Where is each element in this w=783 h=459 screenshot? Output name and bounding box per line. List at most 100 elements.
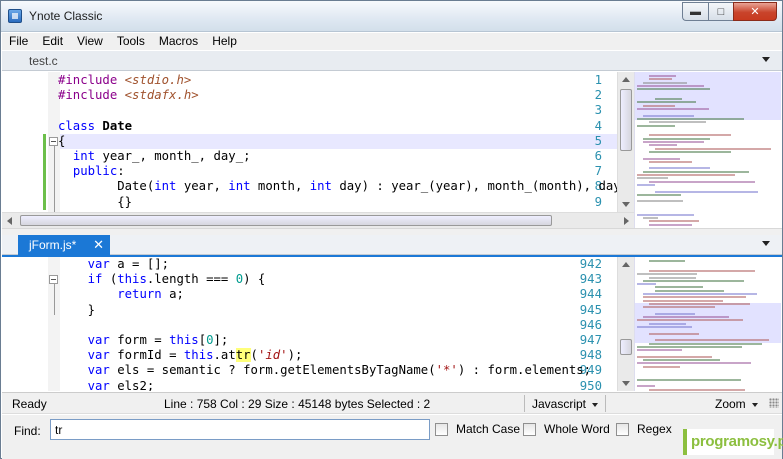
- line-number: 2: [594, 88, 602, 103]
- top-minimap[interactable]: [634, 72, 781, 228]
- minimap-line: [637, 345, 742, 348]
- maximize-button[interactable]: □: [708, 2, 733, 21]
- minimap-line: [637, 84, 704, 87]
- code-line[interactable]: #include <stdafx.h>: [58, 88, 199, 102]
- code-line[interactable]: return a;: [58, 287, 184, 301]
- minimap-line: [649, 134, 731, 137]
- bottom-vertical-scrollbar[interactable]: [617, 257, 634, 391]
- code-line[interactable]: if (this.length === 0) {: [58, 272, 266, 287]
- close-button[interactable]: ✕: [733, 2, 777, 21]
- language-dropdown[interactable]: Javascript: [532, 397, 599, 411]
- checkbox-box[interactable]: [616, 422, 629, 436]
- fold-guide: [54, 284, 55, 315]
- scroll-up-icon[interactable]: [622, 262, 630, 267]
- status-ready: Ready: [12, 397, 47, 411]
- minimap-line: [655, 190, 758, 193]
- menu-help[interactable]: Help: [205, 33, 244, 50]
- current-line-highlight: [60, 133, 617, 149]
- checkbox-box[interactable]: [435, 422, 448, 436]
- code-line[interactable]: Date(int year, int month, int day) : yea…: [58, 179, 617, 193]
- minimap-line: [637, 349, 682, 352]
- checkbox-box[interactable]: [523, 422, 536, 436]
- minimap-line: [643, 170, 749, 173]
- minimap-line: [655, 312, 695, 315]
- minimap-line: [637, 362, 751, 365]
- minimap-line: [637, 385, 655, 388]
- scroll-thumb[interactable]: [620, 89, 632, 151]
- scroll-down-icon[interactable]: [622, 202, 630, 207]
- top-vertical-scrollbar[interactable]: [617, 72, 634, 212]
- scroll-down-icon[interactable]: [622, 381, 630, 386]
- scroll-right-icon[interactable]: [624, 217, 629, 225]
- minimap-line: [637, 283, 656, 286]
- tab-list-dropdown-icon[interactable]: [762, 241, 770, 246]
- menu-file[interactable]: File: [2, 33, 35, 50]
- menu-macros[interactable]: Macros: [152, 33, 205, 50]
- code-token: year_, month_, day_;: [102, 149, 251, 163]
- title-bar[interactable]: Ynote Classic ▬ □ ✕: [1, 1, 782, 32]
- code-token: var: [87, 348, 118, 363]
- code-token: .at: [213, 348, 236, 363]
- minimap-line: [643, 296, 746, 299]
- minimize-button[interactable]: ▬: [682, 2, 708, 21]
- minimap-line: [649, 160, 692, 163]
- code-line[interactable]: class Date: [58, 119, 132, 133]
- minimap-line: [643, 216, 658, 219]
- line-number: 9: [594, 194, 602, 209]
- close-tab-icon[interactable]: ✕: [93, 235, 104, 255]
- menu-view[interactable]: View: [70, 33, 110, 50]
- code-line[interactable]: var els = semantic ? form.getElementsByT…: [58, 363, 591, 377]
- match-case-checkbox[interactable]: Match Case: [435, 422, 520, 436]
- code-line[interactable]: {}: [58, 195, 132, 209]
- minimap-line: [649, 167, 710, 170]
- code-line[interactable]: var els2;: [58, 379, 155, 391]
- tab-test-c[interactable]: test.c: [19, 51, 68, 71]
- fold-toggle-icon[interactable]: [49, 275, 58, 285]
- code-line[interactable]: public:: [58, 164, 125, 178]
- zoom-dropdown[interactable]: Zoom: [715, 397, 758, 411]
- line-number-gutter: [2, 257, 48, 391]
- code-line[interactable]: var form = this[0];: [58, 333, 229, 347]
- menu-tools[interactable]: Tools: [110, 33, 152, 50]
- resize-grip-icon[interactable]: [769, 398, 779, 408]
- minimap-line: [655, 339, 769, 342]
- minimap-line: [637, 326, 692, 328]
- tab-jform-js[interactable]: jForm.js* ✕: [18, 235, 110, 255]
- regex-checkbox[interactable]: Regex: [616, 422, 672, 436]
- code-line[interactable]: }: [58, 303, 95, 317]
- code-token: month,: [257, 179, 310, 194]
- h-scroll-thumb[interactable]: [20, 215, 552, 226]
- scroll-left-icon[interactable]: [7, 217, 12, 225]
- scroll-up-icon[interactable]: [622, 77, 630, 82]
- minimap-line: [649, 322, 686, 325]
- code-line[interactable]: var a = [];: [58, 257, 169, 271]
- code-token: :: [117, 164, 125, 179]
- code-token: ];: [213, 333, 229, 347]
- code-line[interactable]: var formId = this.attr('id');: [58, 348, 302, 363]
- tab-list-dropdown-icon[interactable]: [762, 57, 770, 62]
- scroll-thumb[interactable]: [620, 339, 632, 355]
- chevron-down-icon: [751, 402, 758, 407]
- code-line[interactable]: {: [58, 134, 65, 148]
- minimap-line: [649, 144, 677, 147]
- top-horizontal-scrollbar[interactable]: [2, 212, 634, 228]
- fold-toggle-icon[interactable]: [49, 136, 58, 146]
- code-token: if: [87, 272, 110, 287]
- status-divider: [524, 395, 525, 412]
- code-token: <stdafx.h>: [124, 88, 199, 103]
- code-token: (: [250, 348, 258, 363]
- bottom-code-editor[interactable]: 942 var a = []; 943 if (this.length === 0…: [2, 257, 617, 391]
- find-label: Find:: [14, 424, 41, 438]
- code-line[interactable]: #include <stdio.h>: [58, 73, 191, 87]
- top-code-editor[interactable]: 1 #include <stdio.h> 2 #include <stdafx.h> 3…: [2, 72, 617, 212]
- find-input[interactable]: [50, 419, 430, 440]
- whole-word-checkbox[interactable]: Whole Word: [523, 422, 610, 436]
- minimap-line: [637, 193, 681, 196]
- minimap-line: [643, 316, 729, 319]
- menu-edit[interactable]: Edit: [35, 33, 70, 50]
- minimap-line: [649, 220, 699, 223]
- bottom-minimap[interactable]: [634, 257, 781, 391]
- code-line[interactable]: int year_, month_, day_;: [58, 149, 251, 163]
- minimap-line: [637, 378, 741, 381]
